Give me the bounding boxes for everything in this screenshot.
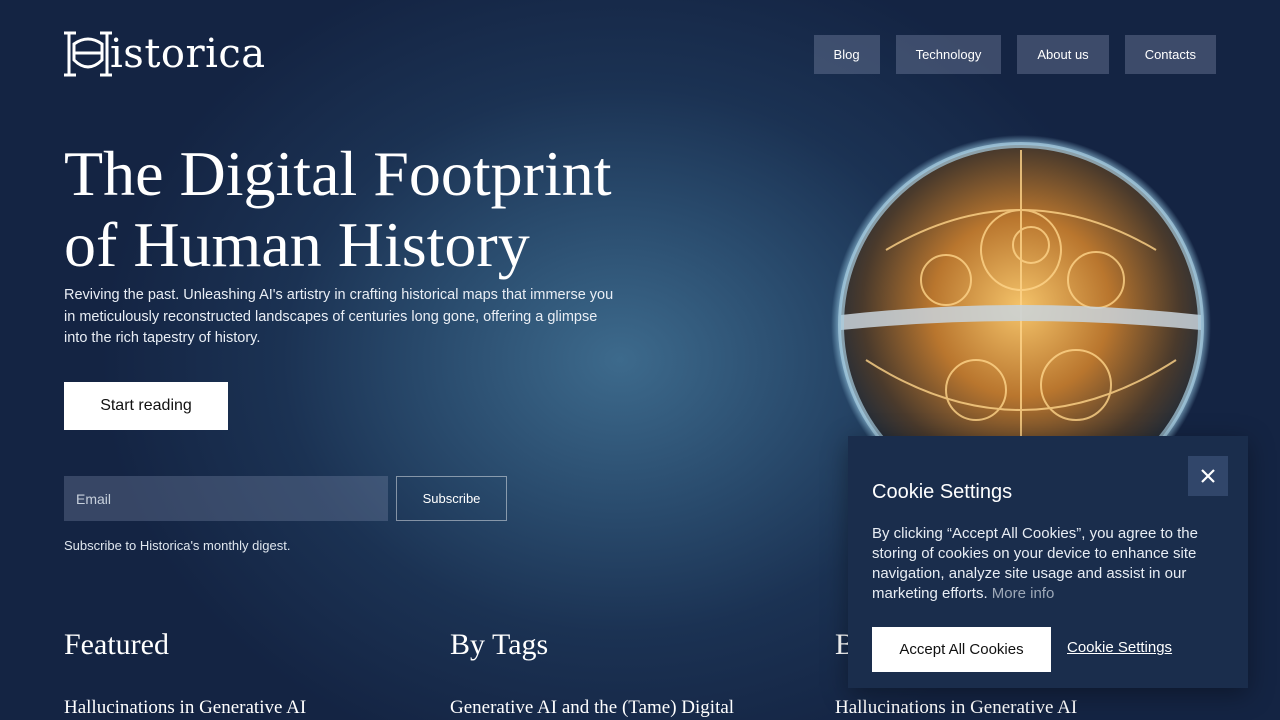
hero-title: The Digital Footprint of Human History [64, 138, 664, 280]
hero-title-line1: The Digital Footprint [64, 138, 612, 209]
cookie-banner: Cookie Settings By clicking “Accept All … [848, 436, 1248, 688]
close-icon[interactable] [1188, 456, 1228, 496]
close-x-icon [1201, 469, 1215, 483]
subscribe-note: Subscribe to Historica's monthly digest. [64, 538, 291, 553]
featured-item-link[interactable]: Hallucinations in Generative AI [64, 697, 306, 719]
more-info-link[interactable]: More info [992, 585, 1055, 602]
accept-all-cookies-button[interactable]: Accept All Cookies [872, 627, 1051, 672]
main-nav: Blog Technology About us Contacts [813, 35, 1216, 74]
third-item-link[interactable]: Hallucinations in Generative AI [835, 697, 1077, 719]
nav-blog[interactable]: Blog [813, 35, 880, 74]
email-input[interactable] [64, 476, 388, 521]
historica-h-logo-icon [64, 31, 112, 77]
cookie-title: Cookie Settings [872, 481, 1013, 503]
hero-subtitle: Reviving the past. Unleashing AI's artis… [64, 287, 614, 346]
brand-name: istorica [110, 31, 266, 77]
tags-item-link[interactable]: Generative AI and the (Tame) Digital [450, 697, 734, 719]
section-featured-title: Featured [64, 628, 169, 661]
subscribe-button[interactable]: Subscribe [396, 476, 507, 521]
section-by-tags-title: By Tags [450, 628, 549, 661]
start-reading-button[interactable]: Start reading [64, 382, 228, 430]
nav-contacts[interactable]: Contacts [1124, 35, 1216, 74]
cookie-settings-link[interactable]: Cookie Settings [1067, 639, 1172, 656]
cookie-text: By clicking “Accept All Cookies”, you ag… [872, 524, 1222, 604]
nav-about-us[interactable]: About us [1017, 35, 1109, 74]
nav-technology[interactable]: Technology [895, 35, 1002, 74]
hero-title-line2: of Human History [64, 209, 530, 280]
logo[interactable]: istorica [64, 30, 266, 78]
